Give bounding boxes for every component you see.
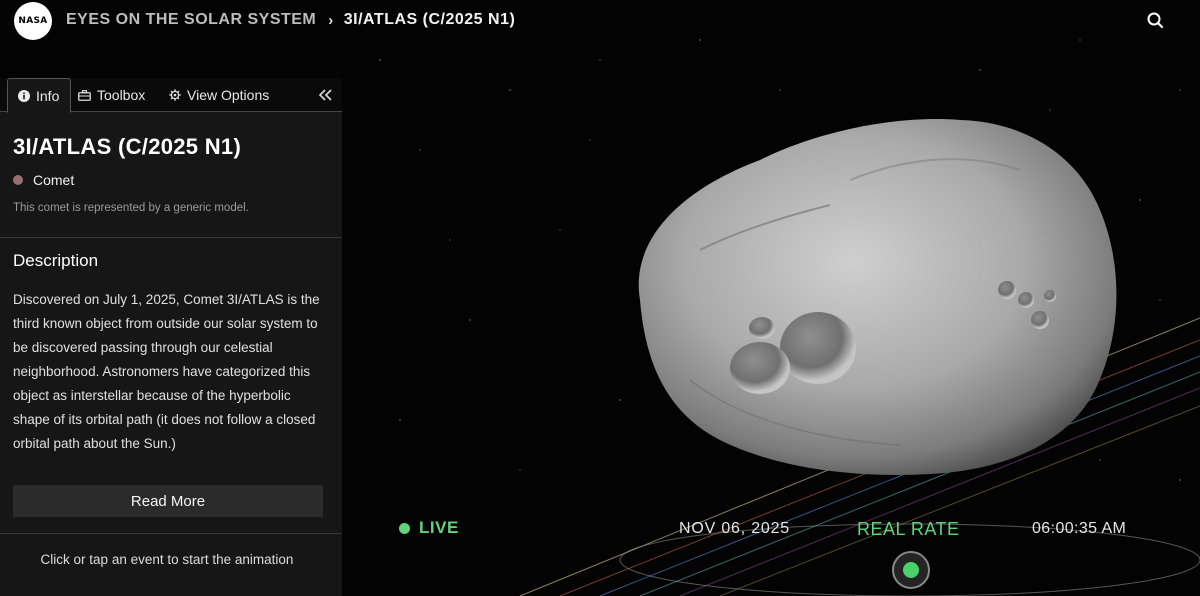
info-panel: Info Toolbox View Options 3I/ATLAS (C/20…	[0, 78, 342, 596]
description-heading: Description	[13, 251, 99, 270]
panel-tabs: Info Toolbox View Options	[0, 78, 342, 113]
time-slider-handle-dot	[903, 562, 919, 578]
tab-view-options[interactable]: View Options	[169, 78, 269, 112]
type-color-dot	[13, 175, 23, 185]
tab-info-label: Info	[36, 87, 60, 104]
info-icon	[18, 89, 30, 102]
breadcrumb-current: 3I/ATLAS (C/2025 N1)	[343, 11, 516, 28]
model-note: This comet is represented by a generic m…	[13, 202, 249, 214]
divider	[0, 237, 342, 238]
read-more-button[interactable]: Read More	[13, 485, 323, 517]
divider	[0, 533, 342, 534]
object-type: Comet	[13, 172, 74, 188]
tab-info[interactable]: Info	[7, 78, 71, 113]
breadcrumb-separator: ›	[328, 11, 334, 29]
live-indicator-dot	[399, 522, 410, 534]
top-bar: NASA EYES ON THE SOLAR SYSTEM › 3I/ATLAS…	[0, 0, 1200, 44]
live-button[interactable]: LIVE	[399, 518, 459, 538]
nasa-logo-text: NASA	[18, 16, 48, 26]
tab-view-options-label: View Options	[187, 87, 270, 103]
breadcrumb: EYES ON THE SOLAR SYSTEM › 3I/ATLAS (C/2…	[66, 11, 515, 29]
tab-toolbox-label: Toolbox	[97, 87, 146, 103]
live-label: LIVE	[419, 518, 459, 537]
current-time[interactable]: 06:00:35 AM	[1032, 520, 1126, 538]
object-title: 3I/ATLAS (C/2025 N1)	[13, 134, 242, 159]
description-text: Discovered on July 1, 2025, Comet 3I/ATL…	[13, 292, 320, 451]
toolbox-icon	[78, 89, 91, 101]
nasa-logo[interactable]: NASA	[14, 2, 52, 40]
search-icon[interactable]	[1145, 10, 1167, 32]
time-slider-handle[interactable]	[892, 551, 930, 589]
current-date[interactable]: NOV 06, 2025	[679, 520, 790, 538]
comet-model	[638, 119, 1117, 475]
breadcrumb-home-link[interactable]: EYES ON THE SOLAR SYSTEM	[66, 11, 316, 29]
animation-hint: Click or tap an event to start the anima…	[40, 552, 294, 567]
object-type-label: Comet	[33, 172, 75, 188]
time-rate[interactable]: REAL RATE	[857, 519, 960, 540]
tab-toolbox[interactable]: Toolbox	[78, 78, 145, 112]
gear-icon	[169, 89, 181, 101]
double-chevron-left-icon[interactable]	[318, 86, 334, 104]
